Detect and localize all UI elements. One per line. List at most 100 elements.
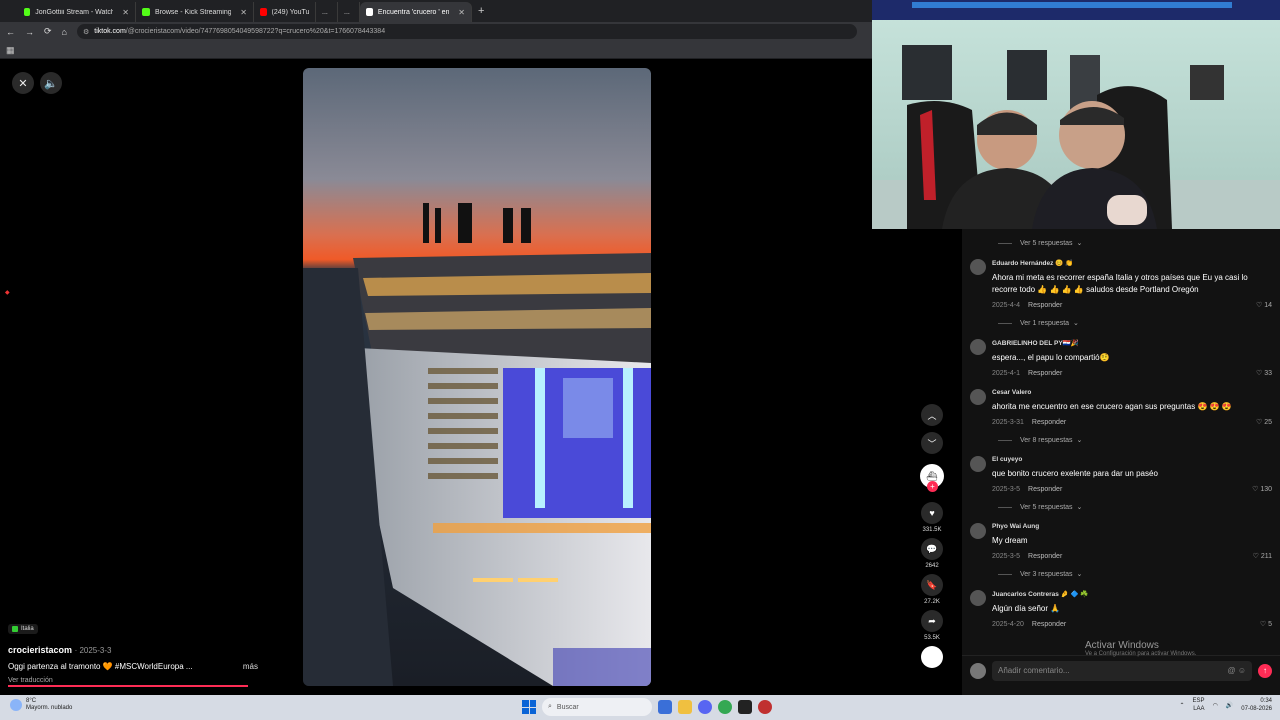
video-progress-bar[interactable] <box>8 685 248 687</box>
author-line: crocieristacom · 2025-3-3 <box>8 645 112 655</box>
back-icon[interactable]: ← <box>6 27 15 37</box>
file-explorer-icon[interactable] <box>678 700 692 714</box>
audio-app-icon[interactable] <box>738 700 752 714</box>
tiktok-icon <box>366 8 373 16</box>
comment-like-button[interactable]: ♡ 211 <box>1253 552 1272 560</box>
avatar[interactable] <box>970 456 986 472</box>
kick-icon <box>142 8 150 16</box>
comment-author[interactable]: Juancarlos Contreras 🤌 🔷 ☘️ <box>992 590 1272 598</box>
send-button[interactable]: ↑ <box>1258 663 1272 678</box>
avatar[interactable] <box>970 259 986 275</box>
language-indicator[interactable]: ESP <box>1193 698 1205 706</box>
new-tab-button[interactable]: + <box>478 5 484 17</box>
share-icon: ➦ <box>921 610 943 632</box>
discord-icon[interactable] <box>698 700 712 714</box>
comment-author[interactable]: Cesar Valero <box>992 389 1272 396</box>
reply-button[interactable]: Responder <box>1028 553 1062 560</box>
comment-like-button[interactable]: ♡ 33 <box>1256 369 1272 377</box>
volume-icon[interactable]: 🔊 <box>1226 702 1233 709</box>
obs-icon[interactable] <box>758 700 772 714</box>
location-tag[interactable]: Italia <box>8 624 38 634</box>
view-replies-toggle[interactable]: Ver 5 respuestas ⌄ <box>970 239 1272 248</box>
avatar[interactable] <box>970 590 986 606</box>
browser-tab[interactable]: JonGottiii Stream - Watch Live o ✕ <box>18 2 136 22</box>
more-link[interactable]: más <box>243 662 258 671</box>
comment-like-button[interactable]: ♡ 25 <box>1256 418 1272 426</box>
screen: JonGottiii Stream - Watch Live o ✕ Brows… <box>0 0 1280 720</box>
comment-text: espera..., el papu lo compartió🤨 <box>992 353 1110 362</box>
taskbar-search[interactable]: ⌕ Buscar <box>542 698 652 716</box>
music-disc-icon[interactable] <box>921 646 943 668</box>
close-tab-icon[interactable]: ✕ <box>122 8 129 17</box>
comment-author[interactable]: El cuyeyo <box>992 456 1272 463</box>
forward-icon[interactable]: → <box>25 27 34 37</box>
comment-item: Eduardo Hernández 😊 👏 Ahora mi meta es r… <box>970 259 1272 309</box>
cruise-ship-video-frame <box>303 68 651 686</box>
clock[interactable]: 0:34 07-08-2026 <box>1241 698 1272 714</box>
close-tab-icon[interactable]: ✕ <box>458 8 465 17</box>
comment-like-button[interactable]: ♡ 5 <box>1260 620 1272 628</box>
reply-button[interactable]: Responder <box>1028 486 1062 493</box>
system-tray: ⌃ ESP LAA ◠ 🔊 0:34 07-08-2026 <box>1180 698 1272 714</box>
save-action[interactable]: 🔖 27.2K <box>921 574 943 605</box>
save-count: 27.2K <box>924 599 940 605</box>
avatar <box>970 662 986 679</box>
view-replies-toggle[interactable]: Ver 8 respuestas ⌄ <box>970 436 1272 445</box>
comment-author[interactable]: Eduardo Hernández 😊 👏 <box>992 259 1272 267</box>
wifi-icon[interactable]: ◠ <box>1213 702 1218 709</box>
chevron-up-icon[interactable]: ⌃ <box>1180 702 1185 709</box>
reply-button[interactable]: Responder <box>1028 370 1062 377</box>
close-tab-icon[interactable]: ✕ <box>240 8 247 17</box>
browser-tab[interactable]: ... <box>338 2 360 22</box>
comment-author[interactable]: Phyo Wai Aung <box>992 523 1272 530</box>
view-replies-toggle[interactable]: Ver 5 respuestas ⌄ <box>970 503 1272 512</box>
browser-tab[interactable]: ... <box>316 2 338 22</box>
reload-icon[interactable]: ⟳ <box>44 26 52 37</box>
comment-input[interactable]: Añadir comentario... @ ☺ <box>992 660 1252 681</box>
apps-icon[interactable]: ▦ <box>6 45 15 56</box>
mention-icon[interactable]: @ <box>1227 666 1235 675</box>
browser-tab[interactable]: Browse - Kick Streaming ✕ <box>136 2 254 22</box>
view-replies-toggle[interactable]: Ver 3 respuestas ⌄ <box>970 570 1272 579</box>
comment-count: 2642 <box>925 563 939 569</box>
windows-start-icon[interactable] <box>522 700 536 714</box>
tab-title: ... <box>322 8 328 16</box>
share-action[interactable]: ➦ 53.5K <box>921 610 943 641</box>
avatar[interactable] <box>970 523 986 539</box>
comment-text: que bonito crucero exelente para dar un … <box>992 469 1158 478</box>
mute-button[interactable]: 🔈 <box>40 72 62 94</box>
follow-plus-icon[interactable]: + <box>927 481 938 492</box>
next-video-button[interactable]: ﹀ <box>921 432 943 454</box>
weather-widget[interactable]: 8°C Mayorm. nublado <box>10 698 72 712</box>
previous-video-button[interactable]: ︿ <box>921 404 943 426</box>
comment-date: 2025-4-4 <box>992 301 1021 309</box>
task-view-icon[interactable] <box>658 700 672 714</box>
close-viewer-button[interactable]: ✕ <box>12 72 34 94</box>
browser-tab-active[interactable]: Encuentra 'crucero ' en Tik ✕ <box>360 2 472 22</box>
video-meta: Italia crocieristacom · 2025-3-3 Oggi pa… <box>8 619 258 684</box>
browser-tab[interactable]: (249) YouTube <box>254 2 316 22</box>
translate-link[interactable]: Ver traducción <box>8 677 258 684</box>
emoji-icon[interactable]: ☺ <box>1238 666 1246 675</box>
site-info-icon[interactable]: ⚙ <box>83 28 89 36</box>
tab-title: JonGottiii Stream - Watch Live o <box>35 8 114 16</box>
comment-author[interactable]: GABRIELINHO DEL PY🇵🇾🎉 <box>992 339 1272 347</box>
reply-button[interactable]: Responder <box>1032 419 1066 426</box>
author-name[interactable]: crocieristacom <box>8 645 72 655</box>
avatar[interactable] <box>970 389 986 405</box>
comment-like-button[interactable]: ♡ 14 <box>1256 301 1272 309</box>
view-replies-toggle[interactable]: Ver 1 respuesta ⌄ <box>970 319 1272 328</box>
home-icon[interactable]: ⌂ <box>62 27 67 37</box>
comment-like-button[interactable]: ♡ 130 <box>1252 485 1272 493</box>
like-action[interactable]: ♥ 331.5K <box>921 502 943 533</box>
comment-action[interactable]: 💬 2642 <box>921 538 943 569</box>
url-field[interactable]: ⚙ tiktok.com/@crocieristacom/video/74776… <box>76 24 857 39</box>
avatar[interactable] <box>970 339 986 355</box>
chrome-icon[interactable] <box>718 700 732 714</box>
reply-button[interactable]: Responder <box>1032 621 1066 628</box>
video-player[interactable] <box>303 68 651 686</box>
cloud-icon <box>10 699 22 712</box>
reply-button[interactable]: Responder <box>1028 302 1062 309</box>
tab-title: (249) YouTube <box>271 8 309 16</box>
windows-taskbar: 8°C Mayorm. nublado ⌕ Buscar ⌃ ESP LAA ◠ <box>0 695 1280 720</box>
